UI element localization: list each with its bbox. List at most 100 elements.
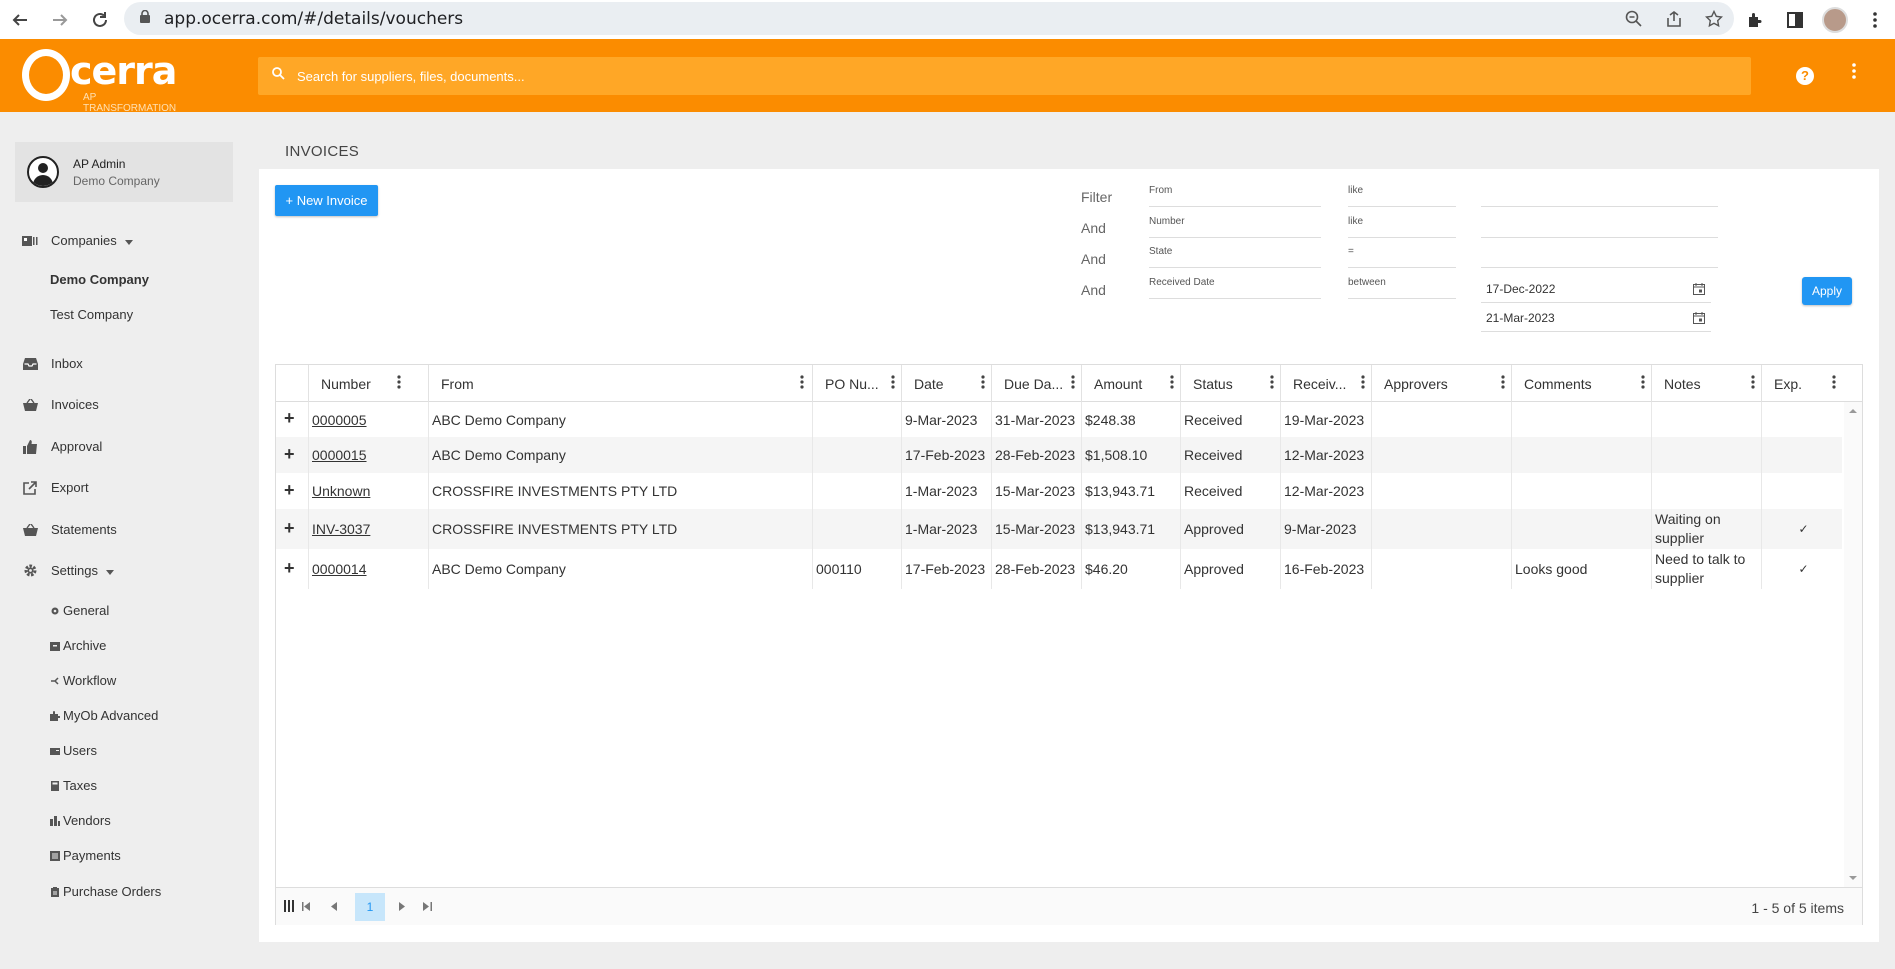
settings-item-payments[interactable]: Payments: [50, 848, 121, 863]
new-invoice-button[interactable]: + New Invoice: [275, 185, 378, 216]
cell-notes: Waiting on supplier: [1651, 509, 1761, 549]
prev-page-icon[interactable]: [331, 900, 338, 914]
settings-item-purchase-orders[interactable]: Purchase Orders: [50, 884, 161, 899]
expand-row-icon[interactable]: +: [284, 480, 295, 501]
help-icon[interactable]: ?: [1796, 67, 1814, 85]
column-menu-icon[interactable]: [1832, 375, 1836, 392]
invoice-number-link[interactable]: 0000015: [312, 447, 367, 463]
table-row[interactable]: + 0000014 ABC Demo Company 000110 17-Feb…: [276, 549, 1842, 589]
filter-op-equals[interactable]: =: [1348, 246, 1456, 268]
date-from-field[interactable]: 17-Dec-2022: [1481, 275, 1711, 303]
column-menu-icon[interactable]: [1361, 375, 1365, 392]
column-menu-icon[interactable]: [981, 375, 985, 392]
ocerra-logo[interactable]: cerra AP TRANSFORMATION: [12, 47, 187, 114]
global-search-input[interactable]: Search for suppliers, files, documents..…: [258, 57, 1751, 95]
settings-item-myob[interactable]: MyOb Advanced: [50, 708, 158, 723]
settings-item-taxes[interactable]: Taxes: [50, 778, 97, 793]
column-header-export[interactable]: Exp.: [1761, 365, 1842, 402]
filter-op-like[interactable]: like: [1348, 185, 1456, 207]
column-menu-icon[interactable]: [397, 375, 401, 392]
first-page-icon[interactable]: [302, 900, 311, 914]
column-header-due-date[interactable]: Due Da...: [991, 365, 1081, 402]
table-row[interactable]: + 0000015 ABC Demo Company 17-Feb-2023 2…: [276, 437, 1842, 473]
table-row[interactable]: + 0000005 ABC Demo Company 9-Mar-2023 31…: [276, 402, 1842, 437]
filter-field-number[interactable]: Number: [1149, 216, 1321, 238]
profile-avatar[interactable]: [1815, 6, 1855, 33]
column-header-comments[interactable]: Comments: [1511, 365, 1651, 402]
filter-value-state[interactable]: [1481, 246, 1718, 268]
forward-icon[interactable]: [40, 0, 80, 39]
column-menu-icon[interactable]: [1751, 375, 1755, 392]
zoom-out-icon[interactable]: [1614, 10, 1654, 28]
column-header-number[interactable]: Number: [308, 365, 407, 402]
expand-row-icon[interactable]: +: [284, 444, 295, 465]
column-header-amount[interactable]: Amount: [1081, 365, 1180, 402]
browser-menu-icon[interactable]: [1855, 11, 1895, 28]
share-icon[interactable]: [1654, 10, 1694, 28]
invoice-number-link[interactable]: INV-3037: [312, 521, 370, 537]
invoice-number-link[interactable]: 0000014: [312, 561, 367, 577]
sidebar-item-statements[interactable]: Statements: [22, 522, 117, 537]
filter-value-from[interactable]: [1481, 185, 1718, 207]
settings-item-workflow[interactable]: Workflow: [50, 673, 116, 688]
url-bar[interactable]: app.ocerra.com/#/details/vouchers: [124, 2, 1734, 35]
filter-field-state[interactable]: State: [1149, 246, 1321, 268]
table-row[interactable]: + Unknown CROSSFIRE INVESTMENTS PTY LTD …: [276, 473, 1842, 509]
extensions-icon[interactable]: [1735, 11, 1775, 29]
calendar-icon[interactable]: [1693, 283, 1705, 298]
last-page-icon[interactable]: [423, 900, 432, 914]
clipboard-icon: [50, 886, 60, 897]
company-demo[interactable]: Demo Company: [50, 272, 149, 287]
column-menu-icon[interactable]: [1641, 375, 1645, 392]
column-header-approvers[interactable]: Approvers: [1371, 365, 1511, 402]
list-icon: [50, 850, 60, 861]
sidebar-item-approval[interactable]: Approval: [22, 439, 102, 454]
settings-item-general[interactable]: General: [50, 603, 109, 618]
invoice-number-link[interactable]: Unknown: [312, 483, 370, 499]
sidebar-item-settings[interactable]: Settings: [22, 563, 114, 578]
column-menu-icon[interactable]: [1270, 375, 1274, 392]
expand-row-icon[interactable]: +: [284, 558, 295, 579]
filter-op-like[interactable]: like: [1348, 216, 1456, 238]
settings-item-users[interactable]: Users: [50, 743, 97, 758]
sidebar-item-companies[interactable]: Companies: [22, 233, 133, 248]
column-header-status[interactable]: Status: [1180, 365, 1280, 402]
expand-row-icon[interactable]: +: [284, 518, 295, 539]
user-card[interactable]: AP Admin Demo Company: [15, 142, 233, 202]
column-header-date[interactable]: Date: [901, 365, 991, 402]
bookmark-star-icon[interactable]: [1694, 9, 1734, 28]
sidebar-item-inbox[interactable]: Inbox: [22, 356, 83, 371]
column-menu-icon[interactable]: [891, 375, 895, 392]
company-test[interactable]: Test Company: [50, 307, 133, 322]
vertical-scrollbar[interactable]: [1844, 402, 1862, 887]
filter-value-number[interactable]: [1481, 216, 1718, 238]
expand-row-icon[interactable]: +: [284, 408, 295, 429]
side-panel-icon[interactable]: [1775, 11, 1815, 29]
settings-item-vendors[interactable]: Vendors: [50, 813, 111, 828]
filter-field-received-date[interactable]: Received Date: [1149, 277, 1321, 299]
column-header-po-number[interactable]: PO Nu...: [812, 365, 901, 402]
table-row[interactable]: + INV-3037 CROSSFIRE INVESTMENTS PTY LTD…: [276, 509, 1842, 549]
column-header-received[interactable]: Receiv...: [1280, 365, 1371, 402]
settings-item-archive[interactable]: Archive: [50, 638, 106, 653]
column-menu-icon[interactable]: [800, 375, 804, 392]
app-menu-icon[interactable]: [1852, 63, 1856, 84]
filter-op-between[interactable]: between: [1348, 277, 1456, 299]
current-page-button[interactable]: 1: [355, 893, 385, 921]
sidebar-item-invoices[interactable]: Invoices: [22, 397, 99, 412]
invoice-number-link[interactable]: 0000005: [312, 412, 367, 428]
apply-filter-button[interactable]: Apply: [1802, 277, 1852, 305]
column-header-from[interactable]: From: [428, 365, 810, 402]
calendar-icon[interactable]: [1693, 312, 1705, 327]
date-to-field[interactable]: 21-Mar-2023: [1481, 304, 1711, 332]
back-icon[interactable]: [0, 0, 40, 39]
reload-icon[interactable]: [80, 0, 120, 39]
sidebar-item-export[interactable]: Export: [22, 480, 89, 495]
column-menu-icon[interactable]: [1170, 375, 1174, 392]
next-page-icon[interactable]: [398, 900, 405, 914]
column-header-notes[interactable]: Notes: [1651, 365, 1761, 402]
column-menu-icon[interactable]: [1071, 375, 1075, 392]
column-chooser-icon[interactable]: [284, 900, 294, 915]
column-menu-icon[interactable]: [1501, 375, 1505, 392]
filter-field-from[interactable]: From: [1149, 185, 1321, 207]
